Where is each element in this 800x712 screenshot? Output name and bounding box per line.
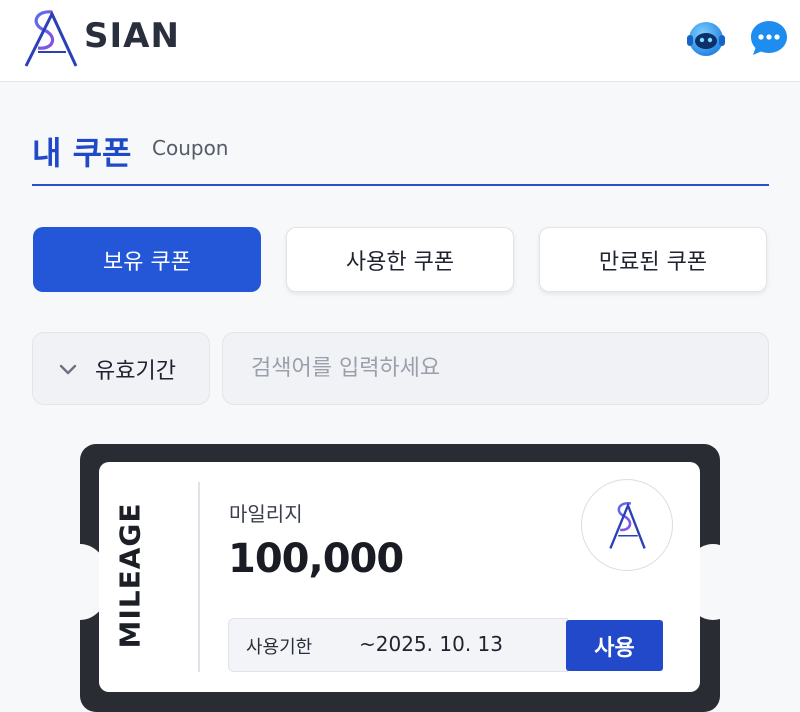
chevron-down-icon xyxy=(59,364,77,374)
tab-expired-coupons[interactable]: 만료된 쿠폰 xyxy=(539,227,767,292)
app-header: SIAN xyxy=(0,0,800,82)
coupon-amount: 100,000 xyxy=(228,536,404,582)
coupon-divider xyxy=(198,482,200,672)
expiry-label: 사용기한 xyxy=(246,637,313,658)
coupon-expiry: 사용기한 ~2025. 10. 13 xyxy=(228,618,568,672)
coupon-brand-logo xyxy=(581,479,673,571)
support-agent-icon[interactable] xyxy=(685,18,727,60)
sa-monogram-logo[interactable] xyxy=(22,6,80,70)
validity-filter-dropdown[interactable]: 유효기간 xyxy=(32,332,210,405)
page-subtitle: Coupon xyxy=(152,136,229,160)
coupon-type-text: MILEAGE xyxy=(113,502,147,649)
page-title-bar: 내 쿠폰 Coupon xyxy=(32,118,769,186)
coupon-category: 마일리지 xyxy=(229,502,303,526)
tab-owned-coupons[interactable]: 보유 쿠폰 xyxy=(33,227,261,292)
search-input[interactable] xyxy=(222,332,769,405)
use-coupon-button[interactable]: 사용 xyxy=(566,620,663,671)
tab-used-coupons[interactable]: 사용한 쿠폰 xyxy=(286,227,514,292)
chat-bubble-icon[interactable] xyxy=(748,18,790,60)
page-title: 내 쿠폰 xyxy=(32,134,132,172)
brand-name: SIAN xyxy=(84,16,180,56)
expiry-date: ~2025. 10. 13 xyxy=(359,632,503,656)
validity-filter-label: 유효기간 xyxy=(95,358,176,384)
